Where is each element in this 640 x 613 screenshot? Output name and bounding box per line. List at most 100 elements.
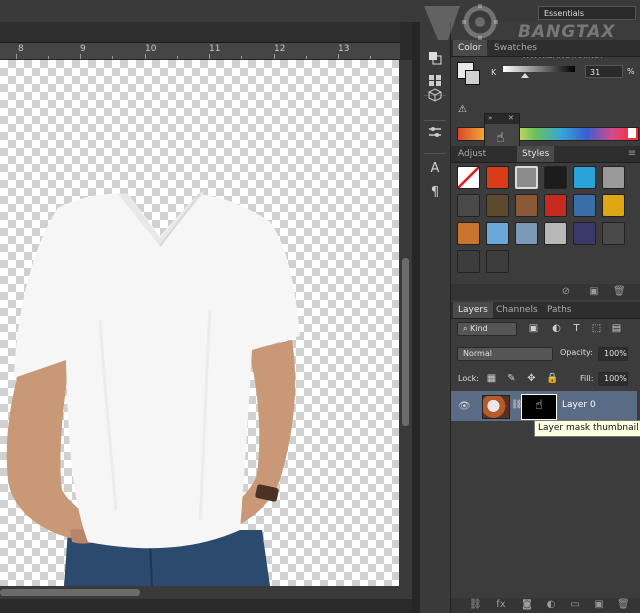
search-icon: ⌕	[463, 324, 471, 333]
lock-transparent-icon[interactable]: ▦	[486, 373, 497, 384]
style-swatch[interactable]	[573, 166, 596, 189]
style-swatch[interactable]	[515, 166, 538, 189]
tab-styles[interactable]: Styles	[517, 146, 555, 162]
style-swatch[interactable]	[457, 222, 480, 245]
warning-icon: ⚠	[458, 104, 467, 115]
style-swatch[interactable]	[602, 166, 625, 189]
opacity-label: Opacity:	[560, 348, 593, 357]
lock-position-icon[interactable]: ✥	[526, 373, 537, 384]
fx-icon[interactable]: fx	[495, 599, 507, 611]
workspace-switcher[interactable]: Essentials	[538, 6, 636, 20]
style-swatch[interactable]	[457, 194, 480, 217]
gray-slider[interactable]	[503, 66, 575, 72]
style-swatch[interactable]	[544, 166, 567, 189]
layer-row[interactable]: 👁 ⛓ ☝ Layer 0	[451, 391, 637, 421]
new-layer-icon[interactable]: ▣	[593, 599, 605, 611]
ruler-mark: 8	[18, 44, 24, 54]
layer-filter-select[interactable]: ⌕ Kind	[457, 322, 517, 336]
style-swatch[interactable]	[486, 222, 509, 245]
ruler-mark: 13	[338, 44, 350, 54]
filter-adjustment-icon[interactable]: ◐	[551, 323, 562, 334]
clear-style-icon[interactable]: ⊘	[560, 286, 572, 298]
collapsed-panel-icons: A ¶	[420, 22, 451, 613]
style-swatch[interactable]	[573, 194, 596, 217]
delete-style-icon[interactable]: 🗑	[613, 286, 626, 298]
3d-panel-icon[interactable]	[424, 85, 446, 105]
hand-tool-icon[interactable]: ☝	[496, 130, 505, 146]
filter-shape-icon[interactable]: ⬚	[591, 323, 602, 334]
panel-menu-icon[interactable]: ≡	[626, 148, 638, 160]
styles-grid	[451, 163, 640, 278]
white-swatch[interactable]	[628, 128, 636, 138]
new-style-icon[interactable]: ▣	[588, 286, 600, 298]
vertical-scroll-thumb[interactable]	[402, 258, 409, 426]
style-swatch[interactable]	[457, 166, 480, 189]
style-swatch[interactable]	[602, 194, 625, 217]
character-panel-icon[interactable]: A	[424, 158, 446, 178]
filter-pixel-icon[interactable]: ▣	[528, 323, 539, 334]
document-canvas[interactable]	[0, 60, 399, 586]
style-swatch[interactable]	[573, 222, 596, 245]
style-swatch[interactable]	[602, 222, 625, 245]
style-swatch[interactable]	[544, 222, 567, 245]
tab-channels[interactable]: Channels	[491, 302, 543, 318]
styles-panel-tabs: Adjust Styles ≡	[451, 146, 640, 163]
style-swatch[interactable]	[544, 194, 567, 217]
style-swatch[interactable]	[457, 250, 480, 273]
lock-all-icon[interactable]: 🔒	[546, 373, 558, 384]
filter-smart-object-icon[interactable]: ▤	[611, 323, 622, 334]
ruler-mark: 12	[274, 44, 286, 54]
channel-value-input[interactable]: 31	[585, 65, 623, 78]
style-swatch[interactable]	[515, 222, 538, 245]
document-tab-bar	[0, 22, 400, 43]
horizontal-scroll-thumb[interactable]	[0, 589, 140, 596]
layer-name[interactable]: Layer 0	[562, 400, 596, 410]
styles-footer: ⊘ ▣ 🗑	[451, 284, 640, 300]
filter-kind-label: Kind	[470, 324, 488, 333]
layers-footer: ⛓ fx ◙ ◐ ▭ ▣ 🗑	[451, 598, 640, 613]
ruler-mark: 9	[80, 44, 86, 54]
lock-label: Lock:	[458, 374, 479, 383]
slider-thumb[interactable]	[521, 73, 530, 78]
style-swatch[interactable]	[486, 166, 509, 189]
lock-paint-icon[interactable]: ✎	[506, 373, 517, 384]
layers-panel-tabs: Layers Channels Paths	[451, 302, 640, 319]
color-panel-tabs: Color Swatches	[451, 40, 640, 57]
ruler-mark: 11	[209, 44, 221, 54]
style-swatch[interactable]	[486, 194, 509, 217]
ruler-mark: 10	[145, 44, 157, 54]
eye-icon[interactable]: 👁	[458, 401, 471, 412]
tab-paths[interactable]: Paths	[542, 302, 576, 318]
tooltip: Layer mask thumbnail	[534, 420, 640, 437]
status-bar	[0, 599, 412, 613]
tab-adjustments[interactable]: Adjust	[453, 146, 491, 162]
watermark-brand: BANGTAX	[518, 22, 616, 42]
collapse-icon[interactable]: »	[488, 114, 492, 122]
paragraph-panel-icon[interactable]: ¶	[424, 182, 446, 202]
fill-label: Fill:	[580, 374, 594, 383]
dock-divider[interactable]	[412, 22, 420, 613]
opacity-input[interactable]: 100%	[598, 347, 628, 361]
link-layers-icon[interactable]: ⛓	[469, 599, 482, 611]
layer-thumbnail[interactable]	[482, 395, 510, 419]
adjustments-panel-icon[interactable]	[424, 122, 446, 142]
fill-input[interactable]: 100%	[598, 372, 628, 386]
tab-color[interactable]: Color	[453, 40, 487, 56]
layer-mask-thumbnail[interactable]: ☝	[521, 394, 557, 420]
group-icon[interactable]: ▭	[569, 599, 581, 611]
tab-layers[interactable]: Layers	[453, 302, 493, 318]
tab-swatches[interactable]: Swatches	[489, 40, 542, 56]
hand-cursor-icon: ☝	[535, 398, 543, 413]
filter-type-icon[interactable]: T	[571, 323, 582, 334]
add-mask-icon[interactable]: ◙	[521, 599, 533, 611]
horizontal-ruler[interactable]: 8 9 10 11 12 13	[0, 43, 400, 60]
channel-label: K	[491, 68, 497, 77]
style-swatch[interactable]	[515, 194, 538, 217]
style-swatch[interactable]	[486, 250, 509, 273]
delete-layer-icon[interactable]: 🗑	[617, 599, 630, 611]
blend-mode-select[interactable]: Normal	[457, 347, 553, 361]
close-icon[interactable]: ✕	[508, 114, 514, 122]
adjustment-layer-icon[interactable]: ◐	[545, 599, 557, 611]
tshirt-image	[6, 190, 300, 586]
background-color-chip[interactable]	[465, 70, 480, 85]
